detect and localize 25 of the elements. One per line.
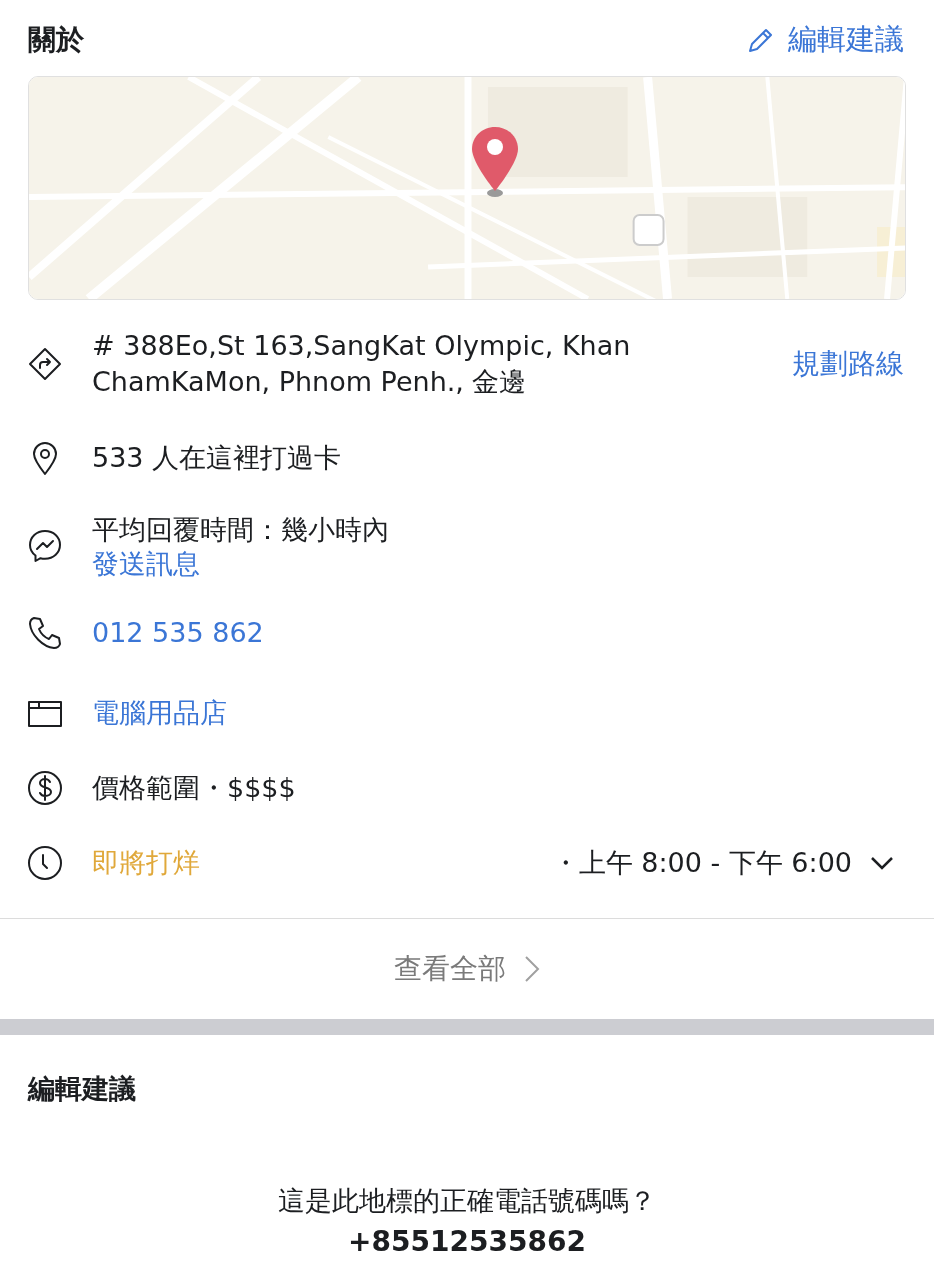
- edit-suggestion-button[interactable]: 編輯建議: [746, 20, 904, 60]
- info-text: 價格範圍・$$$$: [92, 771, 297, 805]
- info-text: 平均回覆時間：幾小時內: [92, 513, 390, 547]
- clock-icon: [26, 844, 64, 882]
- chevron-icon: [870, 856, 894, 870]
- chevron-right-icon: [524, 955, 540, 983]
- phone-number: +85512535862: [347, 1225, 587, 1258]
- hours-toggle[interactable]: ・上午 8:00 - 下午 6:00: [551, 845, 904, 881]
- info-text: # 388Eo,St 163,SangKat Olympic, Khan: [92, 329, 632, 363]
- info-link[interactable]: 發送訊息: [92, 548, 904, 580]
- info-link[interactable]: 電腦用品店: [92, 697, 904, 729]
- section-title: 關於: [28, 22, 84, 58]
- directions-icon: [26, 345, 64, 383]
- directions-link[interactable]: 規劃路線: [792, 345, 904, 383]
- dollar-icon: [26, 769, 64, 807]
- section-title: 編輯建議: [26, 1072, 137, 1106]
- map-pin-icon: [469, 125, 521, 197]
- see-all-button[interactable]: 查看全部: [0, 919, 934, 1019]
- phone-icon: [26, 614, 64, 652]
- info-text: ChamKaMon, Phnom Penh., 金邊: [92, 365, 528, 399]
- status-text: 即將打烊: [92, 847, 201, 879]
- info-link[interactable]: 012 535 862: [92, 617, 904, 649]
- messenger-icon: [26, 527, 64, 565]
- info-text: 533 人在這裡打過卡: [92, 441, 343, 475]
- question-text: 這是此地標的正確電話號碼嗎？: [277, 1184, 657, 1218]
